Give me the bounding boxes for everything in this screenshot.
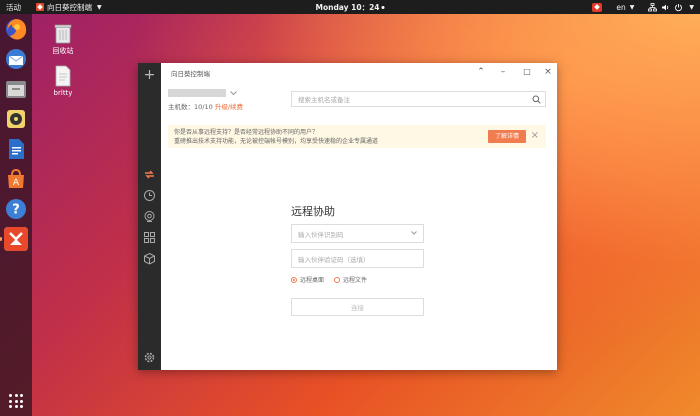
remote-assist-title: 远程协助 (291, 205, 335, 218)
maximize-icon[interactable]: □ (521, 67, 533, 76)
sunlogin-icon (36, 3, 44, 11)
close-icon[interactable]: × (531, 130, 539, 142)
system-tray: en ▼ ▼ (592, 0, 694, 14)
clock-label: Monday 10：24 (315, 2, 380, 12)
desktop-file-label: brltty (53, 89, 73, 97)
sunlogin-window: + 向日葵控制端 ⌃ – □ × 主机数：10/10 升级/续费 搜索主机名或备… (138, 63, 557, 370)
notification-dot-icon (381, 5, 385, 9)
upgrade-link[interactable]: 升级/续费 (215, 103, 243, 111)
chevron-down-icon: ▼ (629, 3, 635, 11)
account-panel: 主机数：10/10 升级/续费 (168, 89, 243, 111)
thunderbird-icon[interactable] (4, 47, 28, 71)
rhythmbox-icon[interactable] (4, 107, 28, 131)
host-count-label: 主机数：10/10 (168, 103, 213, 111)
search-placeholder: 搜索主机名或备注 (298, 96, 350, 104)
top-bar: 活动 向日葵控制端 ▼ Monday 10：24 en ▼ ▼ (0, 0, 700, 14)
desktop-file[interactable]: brltty (45, 65, 81, 97)
partner-code-placeholder: 输入伙伴识别码 (298, 230, 344, 239)
language-selector[interactable]: en ▼ (616, 3, 634, 12)
settings-icon[interactable] (143, 351, 156, 364)
dock: A ? (0, 14, 32, 416)
titlebar: 向日葵控制端 ⌃ – □ × (161, 63, 557, 83)
partner-code-input[interactable]: 输入伙伴识别码 (291, 224, 424, 243)
chevron-down-icon[interactable] (411, 230, 417, 236)
minimize-icon[interactable]: – (497, 67, 509, 77)
host-count: 主机数：10/10 升级/续费 (168, 101, 243, 111)
desktop-trash[interactable]: 回收站 (45, 22, 81, 56)
chevron-down-icon: ▼ (689, 3, 694, 11)
account-selector[interactable] (168, 89, 243, 97)
window-main: 向日葵控制端 ⌃ – □ × 主机数：10/10 升级/续费 搜索主机名或备注 … (161, 63, 557, 370)
app-menu-label: 向日葵控制端 (47, 2, 92, 12)
radio-remote-file-label: 远程文件 (343, 277, 368, 284)
device-icon[interactable] (143, 210, 156, 223)
app-menu[interactable]: 向日葵控制端 ▼ (36, 2, 102, 13)
verify-code-input[interactable]: 输入伙伴验证码（选填） (291, 249, 424, 268)
volume-icon (662, 4, 669, 10)
svg-text:A: A (13, 178, 20, 188)
notice-line-1: 你是否从事远程支持？是否经常远程协助不同的用户？ (174, 129, 319, 136)
radio-checked-icon (291, 276, 297, 283)
status-menu[interactable]: ▼ (648, 2, 694, 12)
sunlogin-tray-icon[interactable] (592, 2, 603, 12)
radio-remote-desktop-label: 远程桌面 (300, 277, 325, 284)
close-icon[interactable]: × (542, 67, 554, 77)
svg-text:?: ? (12, 203, 20, 218)
verify-code-placeholder: 输入伙伴验证码（选填） (298, 255, 370, 264)
learn-more-button[interactable]: 了解详情 (488, 130, 526, 143)
language-label: en (616, 2, 626, 12)
firefox-icon[interactable] (4, 17, 28, 41)
desktop-trash-label: 回收站 (52, 47, 74, 55)
activities-button[interactable]: 活动 (0, 2, 30, 13)
network-icon (648, 2, 658, 11)
radio-unchecked-icon (334, 276, 341, 283)
remote-assist-icon[interactable] (143, 168, 156, 181)
help-icon[interactable]: ? (4, 197, 28, 221)
connect-button[interactable]: 连接 (291, 298, 424, 316)
search-input[interactable]: 搜索主机名或备注 (291, 91, 546, 107)
account-id-redacted (168, 89, 226, 97)
history-icon[interactable] (143, 189, 156, 202)
mode-radio-group: 远程桌面 远程文件 (291, 275, 367, 284)
search-icon[interactable] (532, 95, 541, 104)
chevron-down-icon: ▼ (97, 3, 102, 11)
radio-remote-desktop[interactable]: 远程桌面 (291, 275, 324, 284)
sunlogin-dock-icon[interactable] (0, 227, 28, 251)
radio-remote-file[interactable]: 远程文件 (334, 275, 367, 284)
cube-icon[interactable] (143, 252, 156, 265)
add-icon[interactable]: + (143, 68, 156, 82)
text-file-icon (55, 65, 71, 87)
promo-notice: 你是否从事远程支持？是否经常远程协助不同的用户？ 重磅推出技术支持功能，无论被控… (168, 125, 546, 148)
chevron-down-icon (230, 90, 237, 95)
window-sidebar: + (138, 63, 161, 370)
software-center-icon[interactable]: A (4, 167, 28, 191)
files-icon[interactable] (4, 77, 28, 101)
window-title: 向日葵控制端 (171, 70, 210, 78)
clock[interactable]: Monday 10：24 (315, 2, 385, 13)
power-icon (675, 3, 683, 11)
trash-icon (54, 24, 72, 44)
collapse-icon[interactable]: ⌃ (475, 67, 487, 77)
show-applications-icon[interactable] (9, 394, 23, 408)
apps-icon[interactable] (143, 231, 156, 244)
notice-line-2: 重磅推出技术支持功能，无论被控端帐号模别，均享受快速稳的企业专属通道 (174, 138, 379, 145)
writer-icon[interactable] (4, 137, 28, 161)
